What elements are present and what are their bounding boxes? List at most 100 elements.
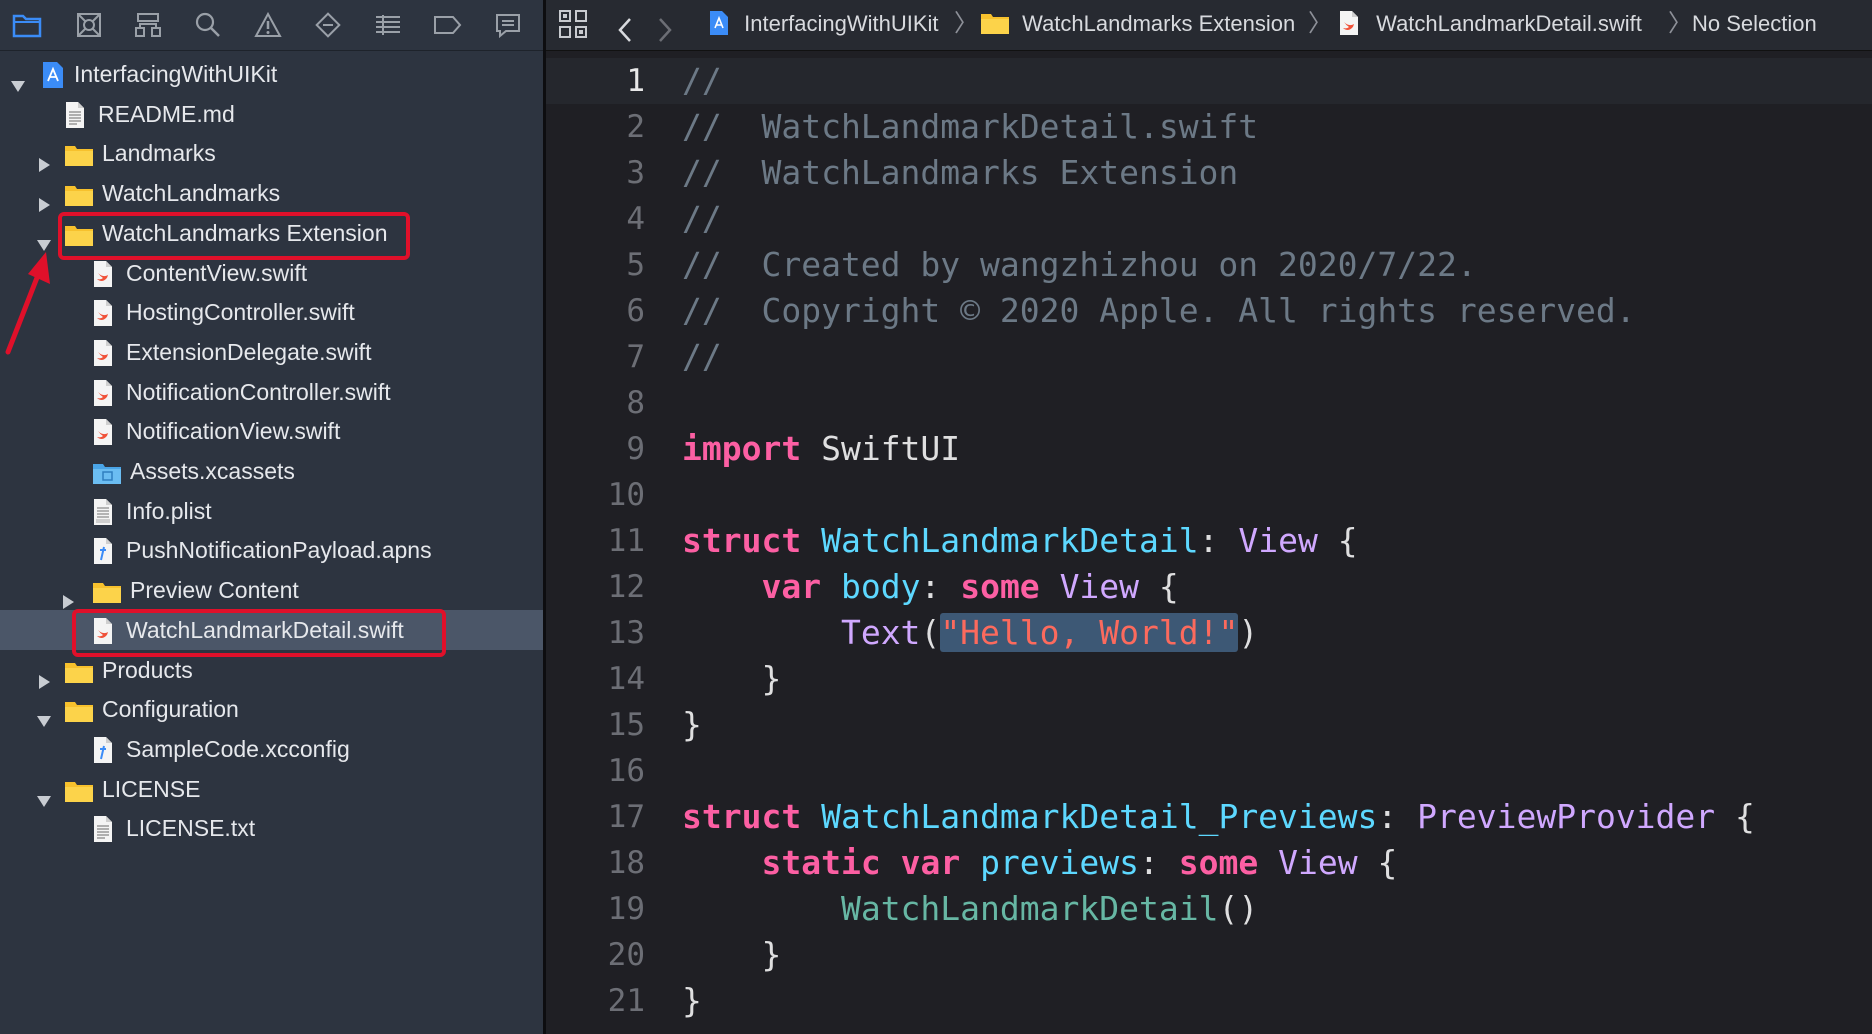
source-control-icon[interactable] [72,8,106,42]
back-chevron-icon[interactable] [616,12,634,42]
jump-bar: InterfacingWithUIKit 〉 WatchLandmarks Ex… [546,0,1872,51]
code-line[interactable]: 19 WatchLandmarkDetail() [546,886,1872,932]
code-line[interactable]: 15} [546,702,1872,748]
line-number[interactable]: 20 [565,932,645,978]
doc-icon [92,815,118,843]
disclosure-open-icon[interactable] [36,225,52,251]
line-number[interactable]: 12 [565,564,645,610]
line-number[interactable]: 11 [565,518,645,564]
disclosure-closed-icon[interactable] [36,662,52,689]
code-line[interactable]: 2 // WatchLandmarkDetail.swift [546,104,1872,150]
jumpbar-group[interactable]: WatchLandmarks Extension [980,0,1295,50]
report-icon[interactable] [491,8,525,42]
tree-item[interactable]: WatchLandmarkDetail.swift [0,609,543,650]
disclosure-closed-icon[interactable] [36,185,52,213]
code-line[interactable]: 11 struct WatchLandmarkDetail: View { [546,518,1872,564]
tree-item[interactable]: Info.plist [0,491,543,531]
line-number[interactable]: 16 [565,748,645,794]
tree-item[interactable]: PushNotificationPayload.apns [0,530,543,570]
code-line[interactable]: 13 Text("Hello, World!") [546,610,1872,656]
tree-item[interactable]: Assets.xcassets [0,451,543,491]
jumpbar-project-label: InterfacingWithUIKit [744,11,939,36]
tree-item[interactable]: Landmarks [0,133,543,173]
disclosure-open-icon[interactable] [36,701,52,728]
code-line[interactable]: 10 [546,472,1872,518]
code-text: Text("Hello, World!") [682,610,1258,656]
line-number[interactable]: 18 [565,840,645,886]
tree-item[interactable]: ExtensionDelegate.swift [0,332,543,372]
code-line[interactable]: 8 [546,380,1872,426]
code-token: () [1218,889,1259,928]
line-number[interactable]: 7 [565,334,645,380]
line-number[interactable]: 15 [565,702,645,748]
code-line[interactable]: 3 // WatchLandmarks Extension [546,150,1872,196]
tree-item[interactable]: NotificationController.swift [0,372,543,412]
code-line[interactable]: 6 // Copyright © 2020 Apple. All rights r… [546,288,1872,334]
code-line[interactable]: 5 // Created by wangzhizhou on 2020/7/22. [546,242,1872,288]
breakpoint-icon[interactable] [431,8,465,42]
code-line[interactable]: 18 static var previews: some View { [546,840,1872,886]
code-line[interactable]: 21} [546,978,1872,1024]
line-number[interactable]: 21 [565,978,645,1024]
related-items-icon[interactable] [558,8,588,42]
test-icon[interactable] [311,8,345,42]
code-token: SwiftUI [801,429,961,468]
code-line[interactable]: 4 // [546,196,1872,242]
tree-item[interactable]: README.md [0,94,543,134]
tree-item[interactable]: SampleCode.xcconfig [0,729,543,769]
code-line[interactable]: 7 // [546,334,1872,380]
line-number[interactable]: 6 [565,288,645,334]
line-number[interactable]: 14 [565,656,645,702]
line-number[interactable]: 1 [565,58,645,104]
tree-item-label: README.md [98,100,235,127]
tree-item[interactable]: InterfacingWithUIKit [0,54,543,94]
code-line[interactable]: 1 // [546,58,1872,104]
debug-icon[interactable] [371,8,405,42]
code-line[interactable]: 14 } [546,656,1872,702]
forward-chevron-icon[interactable] [656,12,674,42]
line-number[interactable]: 3 [565,150,645,196]
tree-item[interactable]: LICENSE [0,769,543,809]
disclosure-closed-icon[interactable] [36,145,52,173]
folder-icon[interactable] [10,8,44,42]
line-number[interactable]: 10 [565,472,645,518]
tree-item[interactable]: Products [0,650,543,690]
tree-item[interactable]: HostingController.swift [0,292,543,332]
hierarchy-icon[interactable] [131,8,165,42]
jumpbar-file-label: WatchLandmarkDetail.swift [1376,11,1642,36]
line-number[interactable]: 2 [565,104,645,150]
disclosure-open-icon[interactable] [36,781,52,807]
code-token: { [1317,521,1358,560]
tree-item[interactable]: WatchLandmarks [0,173,543,213]
line-number[interactable]: 8 [565,380,645,426]
code-line[interactable]: 17 struct WatchLandmarkDetail_Previews: P… [546,794,1872,840]
code-line[interactable]: 16 [546,748,1872,794]
warning-icon[interactable] [251,8,285,42]
line-number[interactable]: 9 [565,426,645,472]
code-line[interactable]: 12 var body: some View { [546,564,1872,610]
line-number[interactable]: 13 [565,610,645,656]
code-line[interactable]: 20 } [546,932,1872,978]
search-icon[interactable] [191,8,225,42]
line-number[interactable]: 4 [565,196,645,242]
line-number[interactable]: 5 [565,242,645,288]
line-number[interactable]: 17 [565,794,645,840]
code-text: import SwiftUI [682,426,960,472]
disclosure-open-icon[interactable] [10,66,26,92]
tree-item[interactable]: NotificationView.swift [0,411,543,451]
tree-item[interactable]: Configuration [0,689,543,729]
code-line[interactable]: 9 import SwiftUI [546,426,1872,472]
jumpbar-selection[interactable]: No Selection [1692,0,1817,50]
jumpbar-project[interactable]: InterfacingWithUIKit [708,0,939,50]
tree-item[interactable]: WatchLandmarks Extension [0,213,543,253]
jumpbar-file[interactable]: WatchLandmarkDetail.swift [1338,0,1642,50]
code-token: WatchLandmarkDetail [821,521,1199,560]
disclosure-closed-icon[interactable] [60,582,76,610]
code-token: View [1059,567,1140,606]
tree-item[interactable]: LICENSE.txt [0,808,543,848]
tree-item[interactable]: Preview Content [0,570,543,610]
jumpbar-group-label: WatchLandmarks Extension [1022,11,1296,36]
line-number[interactable]: 19 [565,886,645,932]
tree-item[interactable]: ContentView.swift [0,253,543,293]
